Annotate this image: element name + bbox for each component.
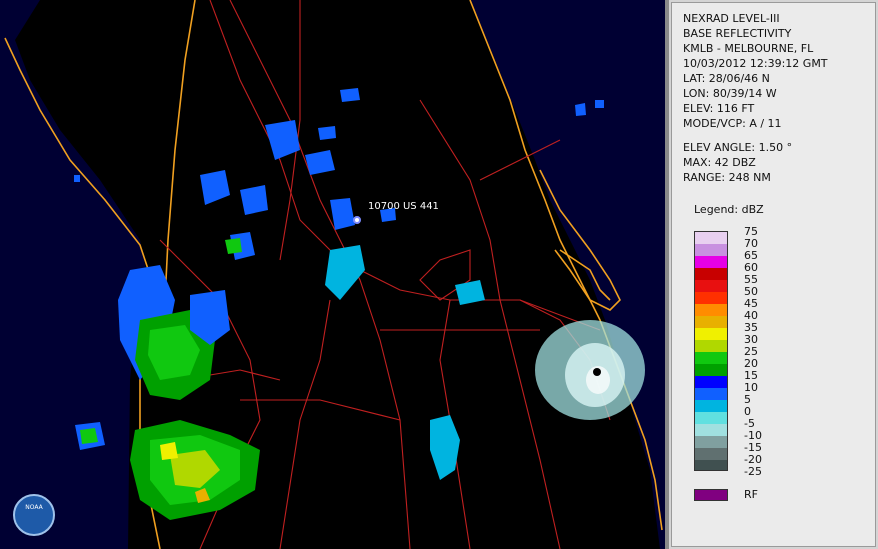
legend-swatch bbox=[695, 268, 727, 280]
noaa-logo-text: NOAA bbox=[25, 504, 43, 511]
legend-swatch bbox=[695, 244, 727, 256]
legend-swatch bbox=[695, 328, 727, 340]
legend-swatch bbox=[695, 340, 727, 352]
product-line1: NEXRAD LEVEL-III bbox=[683, 12, 780, 25]
precipitation-echoes bbox=[74, 88, 604, 520]
legend-swatch bbox=[695, 400, 727, 412]
rf-label: RF bbox=[744, 488, 758, 501]
range-nm: RANGE: 248 NM bbox=[683, 171, 771, 184]
product-line2: BASE REFLECTIVITY bbox=[683, 27, 792, 40]
ground-clutter bbox=[535, 320, 645, 420]
legend-swatch bbox=[695, 448, 727, 460]
legend-swatch bbox=[695, 352, 727, 364]
legend-title: Legend: dBZ bbox=[694, 203, 764, 216]
max-dbz: MAX: 42 DBZ bbox=[683, 156, 756, 169]
legend-swatch bbox=[695, 304, 727, 316]
noaa-logo-icon: NOAA bbox=[13, 494, 55, 536]
legend-label: -25 bbox=[744, 465, 762, 478]
station-lon: LON: 80/39/14 W bbox=[683, 87, 777, 100]
legend-swatch bbox=[695, 280, 727, 292]
rf-swatch bbox=[694, 489, 728, 501]
legend-swatch bbox=[695, 424, 727, 436]
location-label: 10700 US 441 bbox=[368, 201, 439, 212]
legend-swatch bbox=[695, 388, 727, 400]
legend-swatch bbox=[695, 256, 727, 268]
legend-swatch bbox=[695, 436, 727, 448]
atlantic-water bbox=[470, 0, 665, 549]
station-lat: LAT: 28/06/46 N bbox=[683, 72, 770, 85]
legend-swatch bbox=[695, 460, 727, 470]
info-panel: NEXRAD LEVEL-III BASE REFLECTIVITY KMLB … bbox=[669, 0, 878, 549]
mode-vcp: MODE/VCP: A / 11 bbox=[683, 117, 782, 130]
location-marker[interactable] bbox=[353, 216, 361, 224]
legend-swatch bbox=[695, 376, 727, 388]
legend-swatch bbox=[695, 412, 727, 424]
legend-swatch bbox=[695, 292, 727, 304]
elev-angle: ELEV ANGLE: 1.50 ° bbox=[683, 141, 793, 154]
legend-swatch bbox=[695, 364, 727, 376]
radar-map[interactable]: 10700 US 441 NOAA bbox=[0, 0, 665, 549]
scan-datetime: 10/03/2012 12:39:12 GMT bbox=[683, 57, 828, 70]
legend-swatch bbox=[695, 316, 727, 328]
info-box: NEXRAD LEVEL-III BASE REFLECTIVITY KMLB … bbox=[671, 2, 876, 547]
legend-swatch bbox=[695, 232, 727, 244]
legend-color-bar bbox=[694, 231, 728, 471]
station-name: KMLB - MELBOURNE, FL bbox=[683, 42, 814, 55]
station-elev: ELEV: 116 FT bbox=[683, 102, 755, 115]
map-layer bbox=[0, 0, 665, 549]
gulf-water bbox=[0, 0, 150, 549]
